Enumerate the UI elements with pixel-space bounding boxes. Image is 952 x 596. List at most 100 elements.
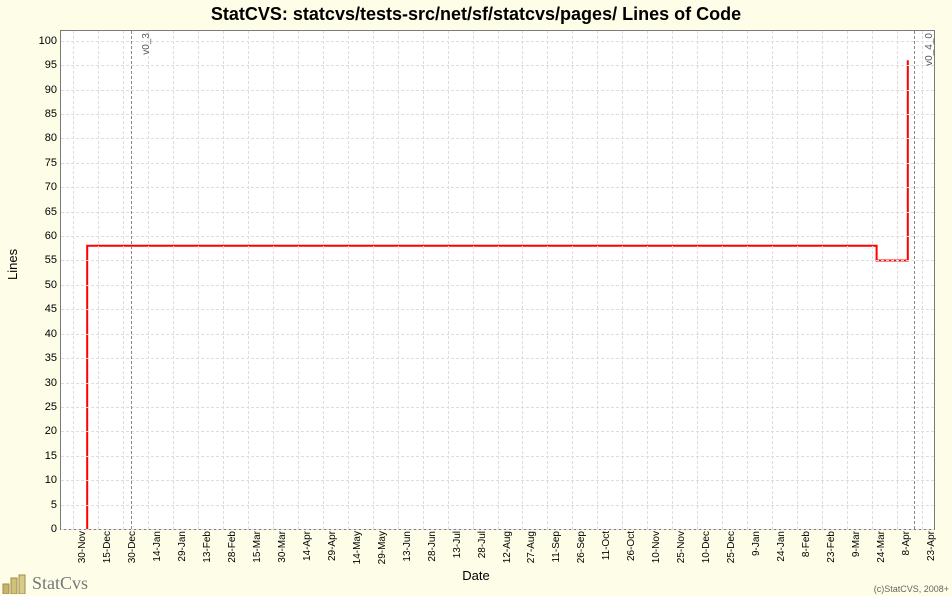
- x-gridline: [323, 31, 324, 529]
- x-tick-label: 9-Jan: [751, 531, 762, 556]
- y-tick-label: 50: [45, 279, 57, 291]
- x-tick-label: 14-Apr: [302, 531, 313, 561]
- y-tick-label: 90: [45, 84, 57, 96]
- x-gridline: [922, 31, 923, 529]
- x-gridline: [198, 31, 199, 529]
- x-tick-label: 26-Sep: [576, 531, 587, 563]
- y-tick-label: 55: [45, 254, 57, 266]
- y-tick-label: 15: [45, 450, 57, 462]
- y-tick-label: 20: [45, 425, 57, 437]
- y-tick-label: 95: [45, 59, 57, 71]
- x-gridline: [473, 31, 474, 529]
- x-tick-label: 29-Apr: [327, 531, 338, 561]
- x-axis-label: Date: [0, 568, 952, 583]
- x-gridline: [822, 31, 823, 529]
- y-tick-label: 70: [45, 181, 57, 193]
- x-tick-label: 23-Apr: [926, 531, 937, 561]
- x-gridline: [872, 31, 873, 529]
- x-gridline: [772, 31, 773, 529]
- chart-title: StatCVS: statcvs/tests-src/net/sf/statcv…: [0, 0, 952, 25]
- x-gridline: [73, 31, 74, 529]
- x-tick-label: 11-Sep: [551, 531, 562, 563]
- x-gridline: [647, 31, 648, 529]
- x-gridline: [622, 31, 623, 529]
- copyright-text: (c)StatCVS, 2008+: [874, 584, 949, 594]
- x-tick-label: 13-Feb: [202, 531, 213, 563]
- x-gridline: [797, 31, 798, 529]
- x-tick-label: 25-Nov: [676, 531, 687, 563]
- y-tick-label: 45: [45, 303, 57, 315]
- x-gridline: [173, 31, 174, 529]
- x-tick-label: 30-Nov: [77, 531, 88, 563]
- y-tick-label: 65: [45, 206, 57, 218]
- version-marker-label: v0_3: [141, 33, 152, 55]
- x-gridline: [547, 31, 548, 529]
- x-tick-label: 11-Oct: [601, 531, 612, 560]
- x-gridline: [522, 31, 523, 529]
- x-gridline: [722, 31, 723, 529]
- x-gridline: [847, 31, 848, 529]
- x-tick-label: 10-Nov: [651, 531, 662, 563]
- x-tick-label: 27-Aug: [526, 531, 537, 563]
- y-tick-label: 10: [45, 474, 57, 486]
- x-tick-label: 15-Mar: [252, 531, 263, 563]
- x-tick-label: 8-Feb: [801, 531, 812, 557]
- x-gridline: [223, 31, 224, 529]
- x-gridline: [897, 31, 898, 529]
- plot-area: 0510152025303540455055606570758085909510…: [60, 30, 935, 530]
- x-gridline: [448, 31, 449, 529]
- x-tick-label: 15-Dec: [102, 531, 113, 563]
- x-gridline: [98, 31, 99, 529]
- version-marker-label: v0_4_0: [924, 33, 935, 66]
- x-tick-label: 13-Jul: [452, 531, 463, 558]
- y-tick-label: 0: [51, 523, 57, 535]
- y-tick-label: 35: [45, 352, 57, 364]
- bar-chart-icon: [2, 574, 30, 594]
- x-gridline: [348, 31, 349, 529]
- x-gridline: [498, 31, 499, 529]
- x-gridline: [597, 31, 598, 529]
- x-tick-label: 24-Jan: [776, 531, 787, 562]
- y-axis-label: Lines: [5, 249, 20, 280]
- x-gridline: [298, 31, 299, 529]
- x-tick-label: 26-Oct: [626, 531, 637, 561]
- x-gridline: [373, 31, 374, 529]
- x-tick-label: 29-May: [377, 531, 388, 564]
- x-tick-label: 10-Dec: [701, 531, 712, 563]
- x-tick-label: 13-Jun: [402, 531, 413, 562]
- x-tick-label: 9-Mar: [851, 531, 862, 557]
- x-tick-label: 12-Aug: [502, 531, 513, 563]
- y-tick-label: 5: [51, 499, 57, 511]
- y-gridline: [61, 529, 934, 530]
- x-gridline: [697, 31, 698, 529]
- footer-logo-text: StatCvs: [32, 573, 88, 594]
- y-tick-label: 40: [45, 328, 57, 340]
- x-gridline: [273, 31, 274, 529]
- x-gridline: [423, 31, 424, 529]
- footer-logo: StatCvs: [2, 573, 88, 594]
- x-gridline: [148, 31, 149, 529]
- x-gridline: [747, 31, 748, 529]
- x-tick-label: 28-Jun: [427, 531, 438, 562]
- x-tick-label: 30-Dec: [127, 531, 138, 563]
- y-tick-label: 30: [45, 377, 57, 389]
- x-tick-label: 14-Jan: [152, 531, 163, 562]
- y-tick-label: 75: [45, 157, 57, 169]
- version-marker-line: [914, 31, 915, 529]
- x-tick-label: 24-Mar: [876, 531, 887, 563]
- x-gridline: [572, 31, 573, 529]
- y-tick-label: 100: [39, 35, 57, 47]
- x-gridline: [672, 31, 673, 529]
- version-marker-line: [131, 31, 132, 529]
- x-tick-label: 28-Jul: [477, 531, 488, 558]
- x-tick-label: 25-Dec: [726, 531, 737, 563]
- y-tick-label: 25: [45, 401, 57, 413]
- y-tick-label: 80: [45, 132, 57, 144]
- x-gridline: [398, 31, 399, 529]
- x-tick-label: 28-Feb: [227, 531, 238, 563]
- x-gridline: [248, 31, 249, 529]
- x-gridline: [123, 31, 124, 529]
- x-tick-label: 30-Mar: [277, 531, 288, 563]
- x-tick-label: 14-May: [352, 531, 363, 564]
- y-tick-label: 85: [45, 108, 57, 120]
